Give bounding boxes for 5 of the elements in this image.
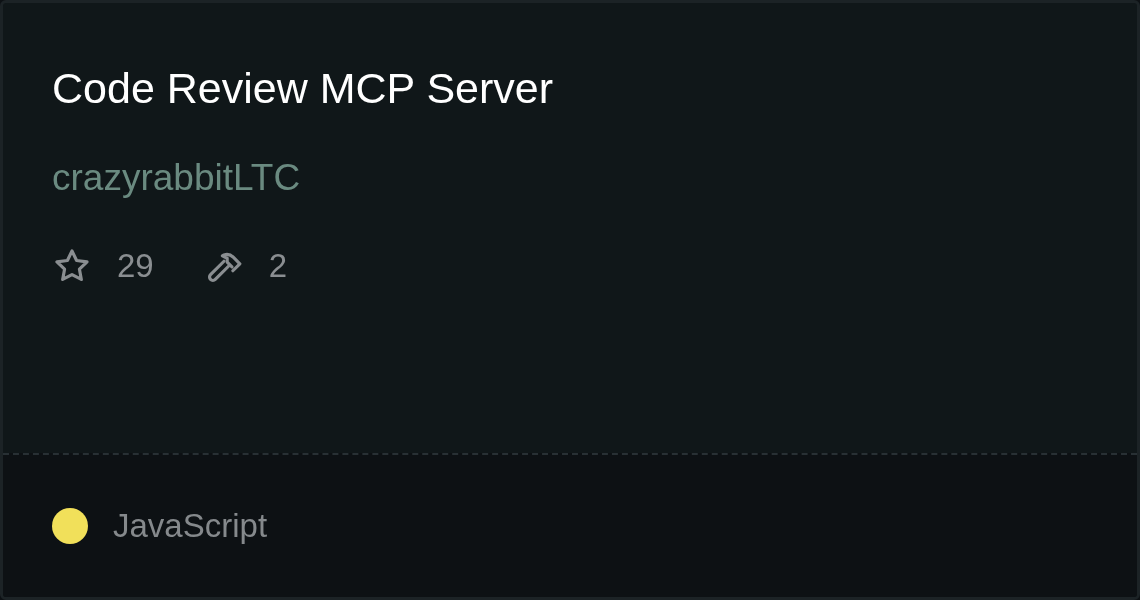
tool-count: 2 xyxy=(268,247,288,285)
author-name: crazyrabbitLTC xyxy=(52,156,302,200)
server-title: Code Review MCP Server xyxy=(52,63,555,114)
star-count: 29 xyxy=(117,247,154,285)
language-name: JavaScript xyxy=(113,507,268,545)
